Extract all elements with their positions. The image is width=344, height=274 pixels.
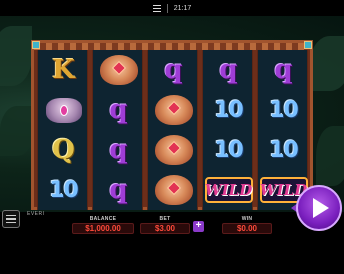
balance-meter: BALANCE $1,000.00 [72,216,134,234]
lion-symbol-icon [153,133,195,167]
symbol-10: 10 [214,97,244,123]
frame-gem-icon [304,41,312,49]
balance-value: $1,000.00 [72,223,134,234]
reel-frame: K Q 10 q q q q q 10 10 WILD q 10 10 WILD [31,40,313,210]
reel-cell: WILD [203,170,254,210]
reel-3: q [147,50,198,210]
status-bar: 21:17 [0,0,344,16]
spin-button[interactable] [296,185,342,231]
menu-icon[interactable] [152,4,161,12]
reel-cell: 10 [258,130,309,170]
symbol-10: 10 [269,97,299,123]
reel-4: q 10 10 WILD [202,50,253,210]
symbol-10: 10 [269,137,299,163]
reel-cell: q [203,50,254,90]
reel-cell: 10 [203,130,254,170]
lion-symbol-icon [98,53,140,87]
win-meter: WIN $0.00 [222,216,272,234]
reel-cell: Q [38,130,89,170]
wild-symbol: WILD [204,177,253,203]
symbol-k: K [52,55,75,85]
symbol-q: q [219,55,238,85]
symbol-10: 10 [214,137,244,163]
reel-cell: 10 [38,170,89,210]
symbol-q: q [109,175,128,205]
reel-cell: 10 [203,90,254,130]
symbol-q: q [164,55,183,85]
lion-symbol-icon [153,93,195,127]
reel-cell [148,170,199,210]
bet-label: BET [159,216,171,222]
lion-symbol-icon [153,173,195,207]
reel-cell: q [93,170,144,210]
elephant-symbol-icon [43,93,85,127]
reel-cell: q [93,130,144,170]
clock: 21:17 [173,4,192,12]
symbol-q: Q [52,135,75,165]
provider-logo: EVERI [27,211,45,217]
bet-meter: BET $3.00 [140,216,190,234]
divider [166,3,168,13]
reel-cell: q [93,90,144,130]
reel-cell: K [38,50,89,90]
win-label: WIN [241,216,253,222]
reel-cell [148,90,199,130]
reel-5: q 10 10 WILD [257,50,308,210]
reel-cell: q [258,50,309,90]
reel-cell [93,50,144,90]
win-value: $0.00 [222,223,272,234]
reel-1: K Q 10 [37,50,88,210]
play-icon [313,198,329,218]
reel-cell [148,130,199,170]
symbol-q: q [274,55,293,85]
balance-label: BALANCE [89,216,117,222]
reel-cell: q [148,50,199,90]
lower-margin [0,242,344,274]
bet-increase-button[interactable]: + [193,221,204,232]
symbol-10: 10 [49,177,79,203]
frame-border [34,43,310,50]
symbol-q: q [109,135,128,165]
reel-cell: 10 [258,90,309,130]
symbol-q: q [109,95,128,125]
game-menu-button[interactable] [2,210,20,228]
reel-cell [38,90,89,130]
frame-gem-icon [32,41,40,49]
reel-2: qqq [92,50,143,210]
bet-value: $3.00 [140,223,190,234]
